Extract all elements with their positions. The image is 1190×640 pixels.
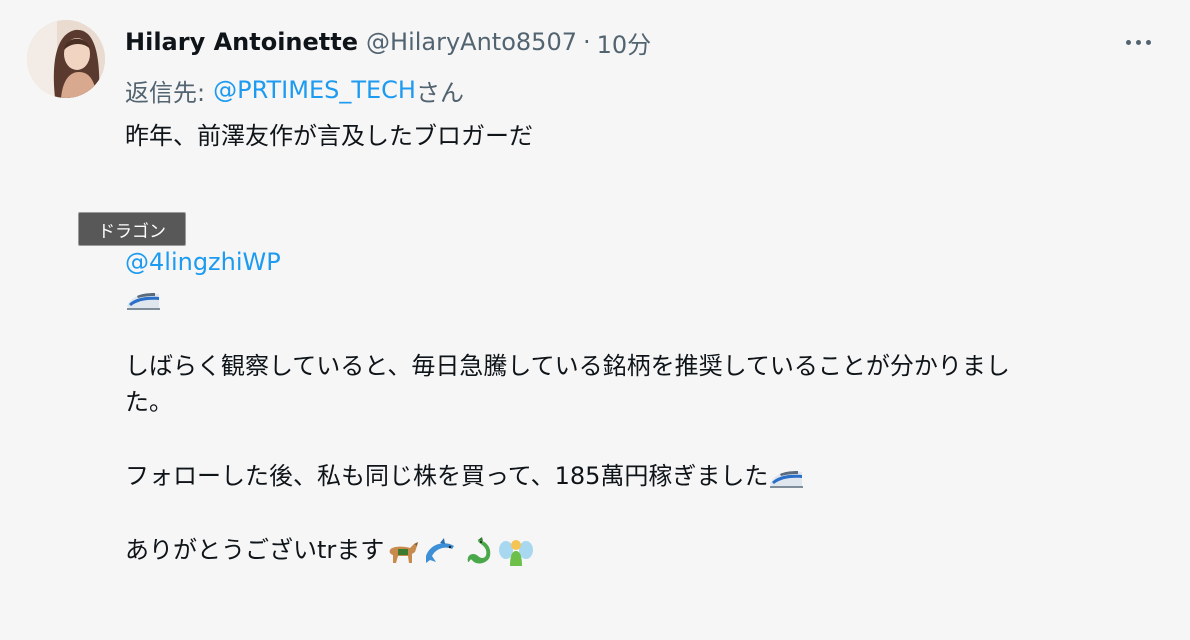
separator-dot: ·: [582, 28, 591, 56]
dragon-emoji: [460, 536, 496, 566]
bullet-train-emoji: [768, 462, 804, 492]
emoji-tooltip: ドラゴン: [78, 212, 186, 246]
mention-4lingzhiwp[interactable]: @4lingzhiWP: [125, 248, 281, 276]
reply-context: 返信先: @PRTIMES_TECH さん: [125, 72, 464, 108]
train-emoji-line: [125, 280, 1165, 316]
tweet-line-1: 昨年、前澤友作が言及したブロガーだ: [125, 122, 533, 150]
tweet-timestamp[interactable]: 10分: [597, 25, 652, 60]
author-avatar[interactable]: [27, 20, 105, 98]
author-handle[interactable]: @HilaryAnto8507: [366, 28, 577, 56]
mention-link: @4lingzhiWP: [125, 244, 1165, 280]
reply-suffix: さん: [415, 78, 464, 107]
author-name[interactable]: Hilary Antoinette: [125, 28, 358, 56]
tweet-line-5-text: ありがとうございtrます: [125, 536, 385, 564]
reply-prefix: 返信先:: [125, 78, 206, 107]
tweet-line-4: フォローした後、私も同じ株を買って、185萬円稼ぎました: [125, 458, 1165, 494]
tweet-line-3b: た。: [125, 388, 173, 416]
fairy-emoji: [498, 536, 534, 566]
dolphin-emoji: [422, 536, 458, 566]
bullet-train-emoji: [125, 284, 161, 314]
tweet-line-4-text: フォローした後、私も同じ株を買って、185萬円稼ぎました: [125, 462, 769, 490]
tweet-line-5: ありがとうございtrます: [125, 532, 1165, 568]
service-dog-emoji: [384, 536, 420, 566]
tweet-text: 昨年、前澤友作が言及したブロガーだ @4lingzhiWP しばらく観察している…: [125, 118, 1165, 568]
reply-to-link[interactable]: @PRTIMES_TECH: [213, 76, 416, 104]
tweet-header: Hilary Antoinette @HilaryAnto8507 · 10分: [125, 24, 651, 60]
tweet-line-3a: しばらく観察していると、毎日急騰している銘柄を推奨していることが分かりまし: [125, 352, 1010, 380]
more-dots-icon[interactable]: [1118, 34, 1158, 50]
